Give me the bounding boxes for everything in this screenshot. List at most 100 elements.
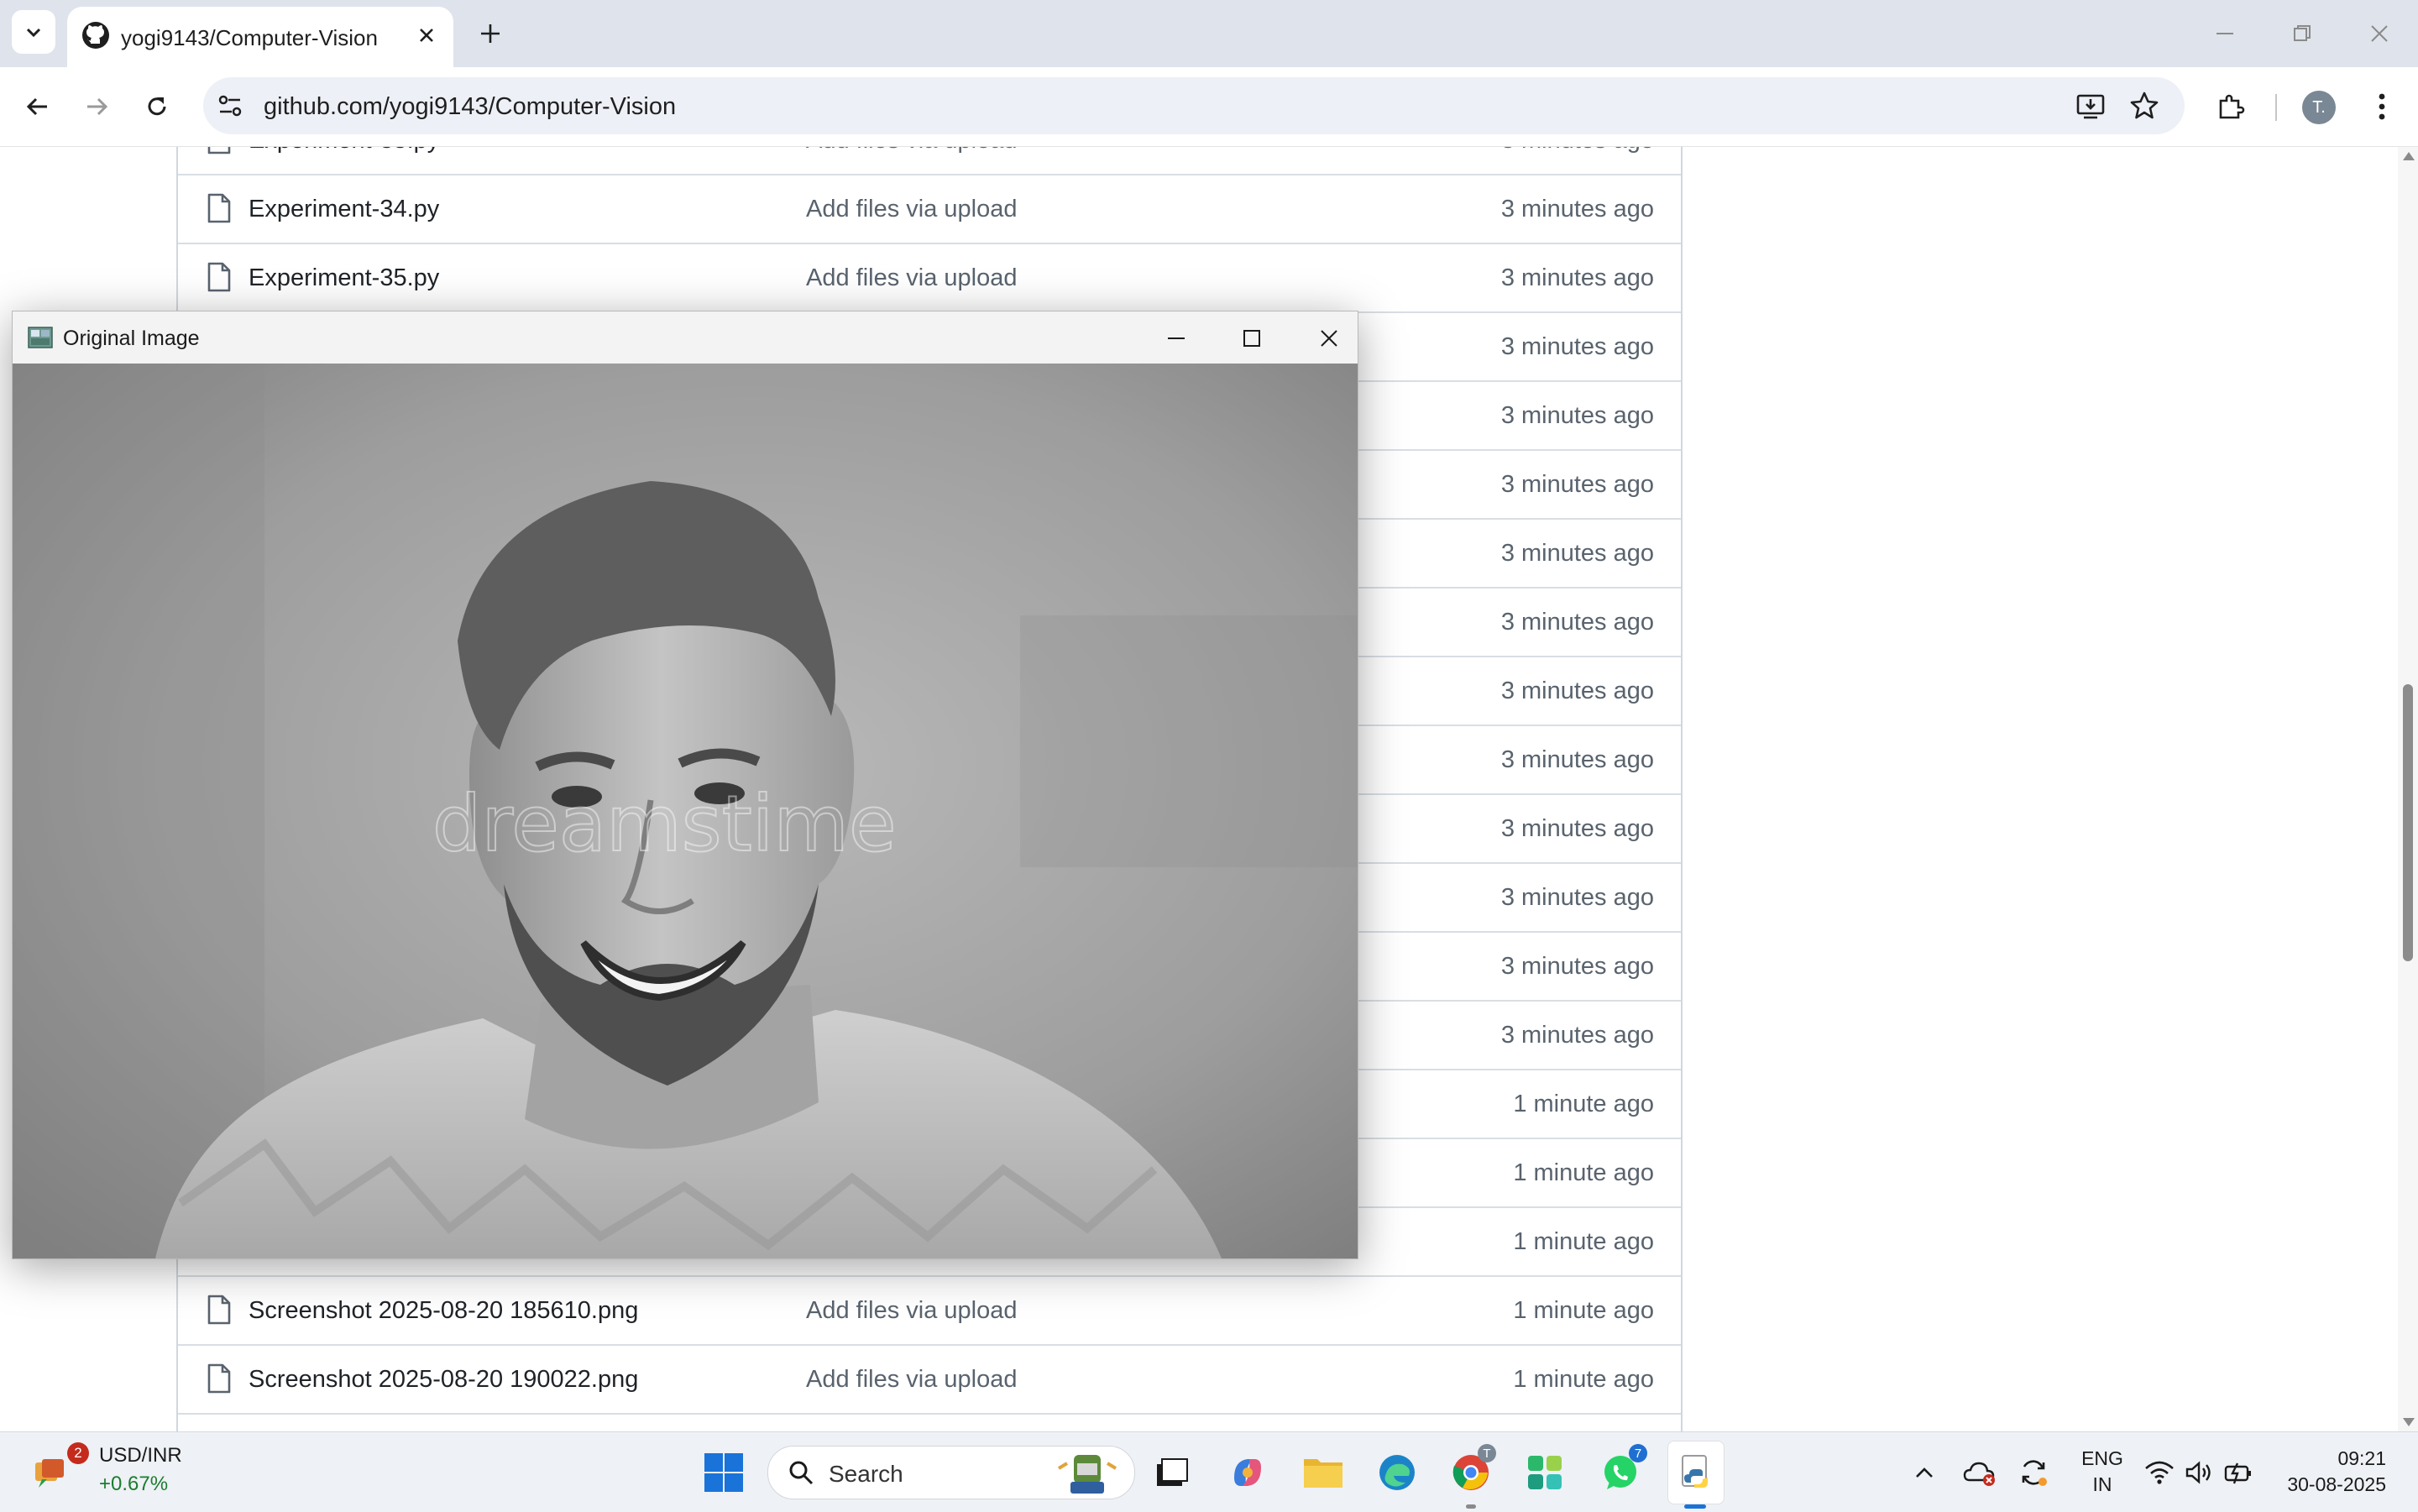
language-code: ENG	[2081, 1447, 2123, 1469]
file-row[interactable]: Screenshot 2025-08-20 190022.png Add file…	[178, 1344, 1681, 1415]
commit-message-link[interactable]: Add files via upload	[806, 1366, 1018, 1394]
file-name-link[interactable]: Experiment-35.py	[249, 264, 439, 292]
search-label: Search	[829, 1461, 903, 1487]
new-tab-button[interactable]	[472, 15, 509, 52]
commit-time: 3 minutes ago	[1500, 196, 1654, 222]
browser-restore-button[interactable]	[2277, 12, 2327, 55]
commit-time: 3 minutes ago	[1500, 884, 1654, 911]
chevron-up-icon	[1916, 1468, 1933, 1478]
commit-message-link[interactable]: Add files via upload	[806, 147, 1018, 154]
clock-time: 09:21	[2337, 1447, 2386, 1469]
watermark-text: dreamstime	[432, 779, 897, 869]
battery-charging-icon	[2224, 1462, 2251, 1484]
browser-menu-button[interactable]	[2361, 86, 2403, 128]
bookmark-star-icon[interactable]	[2129, 91, 2159, 121]
commit-time: 1 minute ago	[1513, 1366, 1654, 1393]
python-app-button[interactable]	[1671, 1447, 1721, 1498]
image-viewer-window[interactable]: Original Image dreamstime	[12, 311, 1358, 1259]
file-name-link[interactable]: Experiment-33.py	[249, 147, 439, 154]
tab-search-button[interactable]	[12, 10, 55, 54]
file-name-link[interactable]: Screenshot 2025-08-20 190022.png	[249, 1366, 638, 1394]
commit-message-link[interactable]: Add files via upload	[806, 264, 1018, 292]
window-titlebar[interactable]: Original Image	[13, 311, 1358, 364]
url-text: github.com/yogi9143/Computer-Vision	[264, 93, 677, 120]
window-close-button[interactable]	[1304, 320, 1354, 357]
commit-time: 1 minute ago	[1513, 1091, 1654, 1117]
plus-icon	[481, 24, 500, 43]
file-name-link[interactable]: Screenshot 2025-08-20 185610.png	[249, 1297, 638, 1325]
close-icon	[2371, 25, 2388, 42]
reload-button[interactable]	[136, 86, 178, 128]
tab-close-button[interactable]	[411, 20, 442, 50]
onedrive-status[interactable]	[1955, 1447, 2005, 1498]
close-icon	[1321, 330, 1337, 347]
minimize-icon	[2216, 33, 2233, 34]
start-button[interactable]	[699, 1447, 749, 1498]
copilot-icon	[1234, 1459, 1261, 1486]
pycharm-button[interactable]	[1520, 1447, 1570, 1498]
file-row[interactable]: Experiment-35.py Add files via upload 3 mi…	[178, 243, 1681, 313]
file-icon	[207, 147, 231, 154]
install-app-icon[interactable]	[2075, 91, 2106, 121]
chrome-running-indicator	[1466, 1504, 1476, 1509]
profile-avatar[interactable]: T.	[2302, 91, 2336, 124]
browser-close-button[interactable]	[2354, 12, 2405, 55]
commit-message-link[interactable]: Add files via upload	[806, 196, 1018, 223]
browser-minimize-button[interactable]	[2200, 12, 2250, 55]
region-code: IN	[2092, 1473, 2112, 1495]
window-minimize-button[interactable]	[1151, 320, 1201, 357]
address-bar[interactable]: github.com/yogi9143/Computer-Vision	[203, 77, 2185, 134]
copilot-button[interactable]	[1222, 1447, 1273, 1498]
reload-icon	[148, 97, 166, 116]
tab-title: yogi9143/Computer-Vision	[121, 25, 378, 50]
python-icon	[1682, 1455, 1708, 1488]
task-view-button[interactable]	[1147, 1447, 1197, 1498]
scroll-down-arrow[interactable]	[2403, 1418, 2415, 1426]
chrome-button[interactable]: T	[1446, 1444, 1496, 1498]
file-row[interactable]: Experiment-34.py Add files via upload 3 mi…	[178, 174, 1681, 244]
grayscale-portrait-image: dreamstime	[13, 364, 1358, 1258]
search-icon	[789, 1461, 814, 1485]
window-maximize-button[interactable]	[1227, 320, 1277, 357]
scroll-up-arrow[interactable]	[2403, 152, 2415, 160]
windows-start-icon	[704, 1453, 743, 1492]
show-hidden-icons-button[interactable]	[1899, 1447, 1950, 1498]
clock[interactable]: 09:21 30-08-2025	[2264, 1446, 2386, 1498]
commit-time: 1 minute ago	[1513, 1159, 1654, 1186]
back-button[interactable]	[17, 86, 59, 128]
page-scrollbar[interactable]	[2398, 147, 2418, 1431]
toolbar-divider	[2275, 94, 2277, 121]
file-name-link[interactable]: Experiment-34.py	[249, 196, 439, 223]
scroll-thumb[interactable]	[2403, 684, 2413, 961]
file-row[interactable]: Experiment-33.py Add files via upload 3 mi…	[178, 147, 1681, 175]
file-icon	[207, 1363, 231, 1394]
arrow-left-icon	[26, 97, 47, 116]
battery-status[interactable]	[2213, 1447, 2264, 1498]
commit-time: 3 minutes ago	[1500, 1022, 1654, 1049]
sync-status[interactable]	[2008, 1447, 2059, 1498]
commit-message-link[interactable]: Add files via upload	[806, 1297, 1018, 1325]
input-language-indicator[interactable]: ENG IN	[2077, 1446, 2128, 1498]
active-tab[interactable]: yogi9143/Computer-Vision	[67, 7, 453, 67]
file-row[interactable]: Screenshot 2025-08-20 185610.png Add file…	[178, 1275, 1681, 1346]
whatsapp-button[interactable]: 7	[1595, 1444, 1647, 1498]
file-icon	[207, 262, 231, 292]
restore-icon	[2294, 25, 2311, 41]
extensions-button[interactable]	[2210, 86, 2252, 128]
edge-browser-button[interactable]	[1372, 1447, 1422, 1498]
app-grid-icon	[1528, 1456, 1562, 1489]
commit-time: 3 minutes ago	[1500, 471, 1654, 498]
cloud-error-icon	[1963, 1462, 1995, 1486]
portrait-photo: dreamstime	[13, 364, 1358, 1258]
commit-time: 3 minutes ago	[1500, 815, 1654, 842]
more-vertical-icon	[2379, 93, 2385, 120]
file-explorer-button[interactable]	[1298, 1447, 1348, 1498]
puzzle-icon	[2219, 94, 2245, 119]
chrome-profile-badge: T	[1478, 1444, 1496, 1462]
clock-date: 30-08-2025	[2287, 1473, 2386, 1495]
taskbar-search-box[interactable]: Search	[767, 1446, 1135, 1499]
edge-icon	[1379, 1455, 1415, 1490]
forward-button[interactable]	[76, 86, 118, 128]
weather-widget[interactable]: 2 USD/INR +0.67%	[17, 1432, 185, 1512]
file-icon	[207, 1295, 231, 1325]
